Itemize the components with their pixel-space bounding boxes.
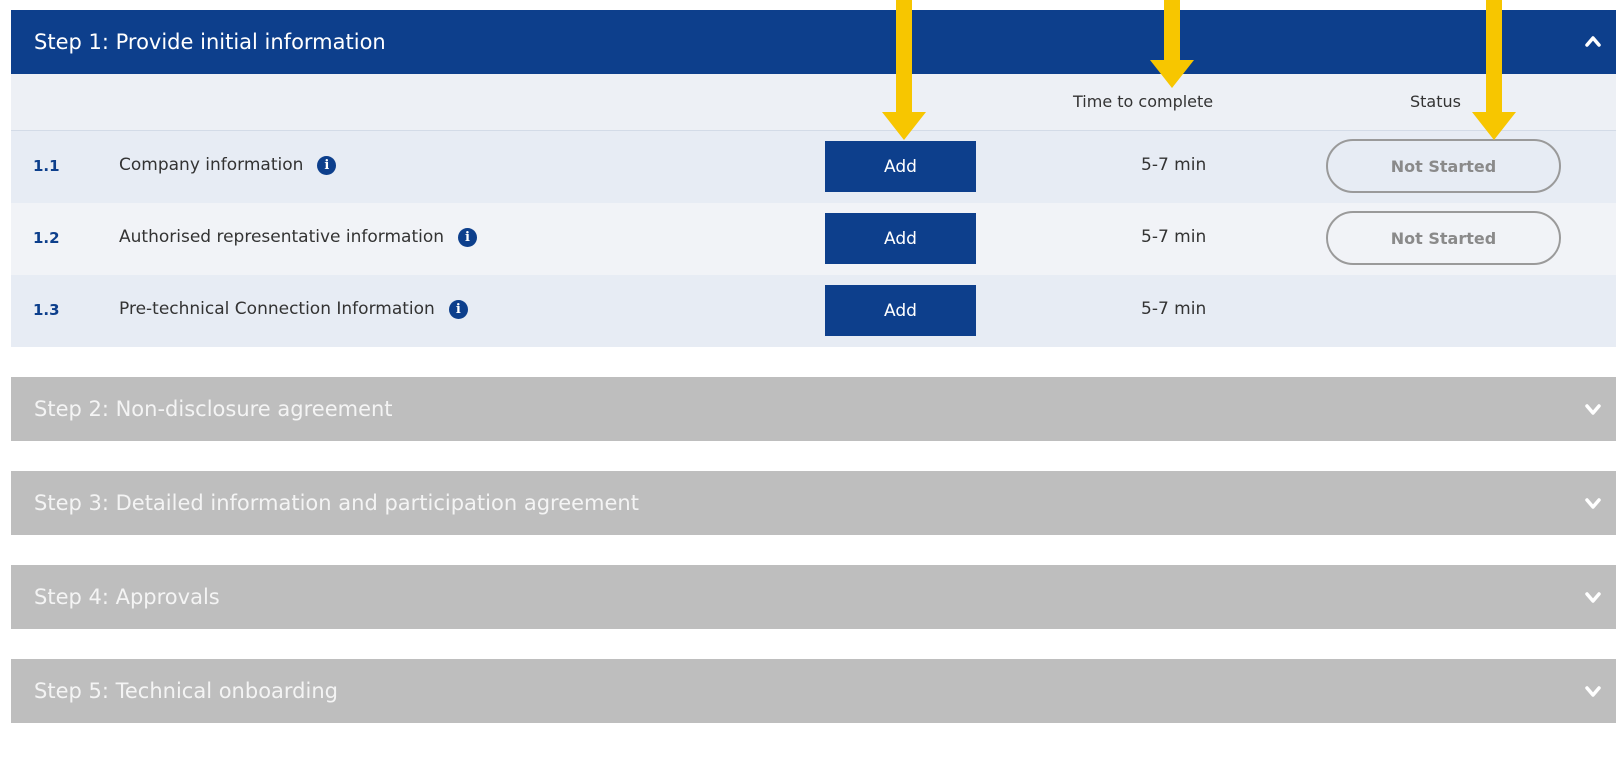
task-time: 5-7 min xyxy=(1141,299,1207,319)
task-row: 1.2 Authorised representative informatio… xyxy=(11,203,1616,275)
onboarding-steps: Step 1: Provide initial information Time… xyxy=(11,10,1616,723)
chevron-down-icon[interactable] xyxy=(1584,494,1602,512)
annotation-arrow-icon xyxy=(1150,0,1194,88)
task-row: 1.1 Company information i Add 5-7 min Not… xyxy=(11,131,1616,203)
add-company-information-button[interactable]: Add xyxy=(825,141,976,192)
info-icon[interactable]: i xyxy=(317,156,337,175)
step-4-header[interactable]: Step 4: Approvals xyxy=(11,565,1616,629)
step-4-title: Step 4: Approvals xyxy=(34,585,220,609)
info-icon[interactable]: i xyxy=(458,228,478,247)
step-3-title: Step 3: Detailed information and partici… xyxy=(34,491,639,515)
task-number: 1.3 xyxy=(33,301,60,319)
status-column-header: Status xyxy=(1410,92,1461,111)
status-badge: Not Started xyxy=(1326,139,1561,193)
task-time: 5-7 min xyxy=(1141,155,1207,175)
task-number: 1.1 xyxy=(33,157,60,175)
step-3-header[interactable]: Step 3: Detailed information and partici… xyxy=(11,471,1616,535)
status-badge: Not Started xyxy=(1326,211,1561,265)
task-name-label: Company information xyxy=(119,155,304,175)
time-column-header: Time to complete xyxy=(1073,92,1214,111)
task-number: 1.2 xyxy=(33,229,60,247)
step-1-header[interactable]: Step 1: Provide initial information xyxy=(11,10,1616,74)
task-name-label: Pre-technical Connection Information xyxy=(119,299,435,319)
task-name: Authorised representative information i xyxy=(119,227,478,247)
task-time: 5-7 min xyxy=(1141,227,1207,247)
task-row: 1.3 Pre-technical Connection Information… xyxy=(11,275,1616,347)
step-2-title: Step 2: Non-disclosure agreement xyxy=(34,397,393,421)
info-icon[interactable]: i xyxy=(448,300,468,319)
task-name: Pre-technical Connection Information i xyxy=(119,299,468,319)
chevron-down-icon[interactable] xyxy=(1584,588,1602,606)
annotation-arrow-icon xyxy=(1472,0,1516,140)
step-1-title: Step 1: Provide initial information xyxy=(34,30,386,54)
annotation-arrow-icon xyxy=(882,0,926,140)
chevron-down-icon[interactable] xyxy=(1584,400,1602,418)
add-authorised-representative-button[interactable]: Add xyxy=(825,213,976,264)
table-header: Time to complete Status xyxy=(11,74,1616,131)
step-2-header[interactable]: Step 2: Non-disclosure agreement xyxy=(11,377,1616,441)
add-pre-technical-connection-button[interactable]: Add xyxy=(825,285,976,336)
task-name-label: Authorised representative information xyxy=(119,227,445,247)
chevron-up-icon[interactable] xyxy=(1584,33,1602,51)
step-5-title: Step 5: Technical onboarding xyxy=(34,679,338,703)
step-5-header[interactable]: Step 5: Technical onboarding xyxy=(11,659,1616,723)
chevron-down-icon[interactable] xyxy=(1584,682,1602,700)
task-name: Company information i xyxy=(119,155,337,175)
